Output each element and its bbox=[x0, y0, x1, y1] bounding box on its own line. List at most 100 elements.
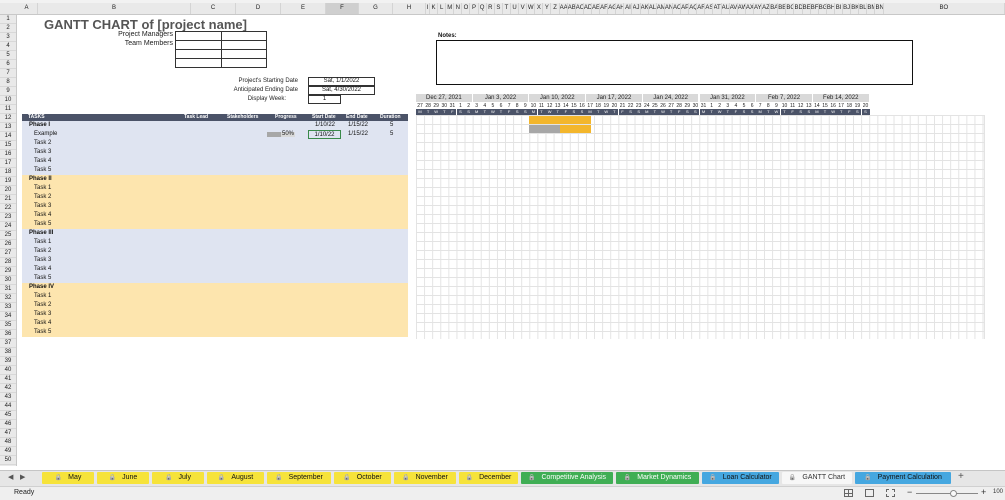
column-header-q[interactable]: Q bbox=[479, 3, 487, 14]
task-name[interactable]: Task 1 bbox=[34, 184, 51, 193]
row-number[interactable]: 15 bbox=[0, 141, 16, 150]
row-number[interactable]: 34 bbox=[0, 312, 16, 321]
column-header-bd[interactable]: BD bbox=[795, 3, 803, 14]
column-header-ao[interactable]: AO bbox=[673, 3, 682, 14]
row-number[interactable]: 41 bbox=[0, 375, 16, 384]
column-header-be[interactable]: BE bbox=[803, 3, 811, 14]
page-break-icon[interactable] bbox=[886, 489, 895, 497]
row-number[interactable]: 28 bbox=[0, 258, 16, 267]
row-number[interactable]: 2 bbox=[0, 24, 16, 33]
phase-start-date[interactable]: 1/10/22 bbox=[315, 121, 335, 130]
column-header-l[interactable]: L bbox=[438, 3, 447, 14]
task-name[interactable]: Task 4 bbox=[34, 211, 51, 220]
column-header-am[interactable]: AM bbox=[657, 3, 665, 14]
row-number[interactable]: 33 bbox=[0, 303, 16, 312]
zoom-slider-track[interactable] bbox=[916, 493, 978, 494]
task-name[interactable]: Task 5 bbox=[34, 328, 51, 337]
column-header-aa[interactable]: AA bbox=[560, 3, 568, 14]
column-header-al[interactable]: AL bbox=[649, 3, 657, 14]
task-name[interactable]: Task 3 bbox=[34, 148, 51, 157]
phase-end-date[interactable]: 1/15/22 bbox=[348, 121, 368, 130]
sheet-tab-gantt-chart[interactable]: 🔒 GANTT Chart bbox=[782, 472, 852, 484]
column-header-v[interactable]: V bbox=[519, 3, 528, 14]
sheet-tab-august[interactable]: 🔒 August bbox=[207, 472, 264, 484]
column-header-s[interactable]: S bbox=[495, 3, 503, 14]
task-end-date[interactable]: 1/15/22 bbox=[348, 130, 368, 139]
row-number[interactable]: 3 bbox=[0, 33, 16, 42]
column-header-an[interactable]: AN bbox=[665, 3, 673, 14]
row-number[interactable]: 6 bbox=[0, 60, 16, 69]
column-header-w[interactable]: W bbox=[527, 3, 536, 14]
row-number[interactable]: 18 bbox=[0, 168, 16, 177]
next-sheet-icon[interactable]: ▶ bbox=[20, 473, 25, 481]
column-header-ar[interactable]: AR bbox=[697, 3, 706, 14]
row-number[interactable]: 11 bbox=[0, 105, 16, 114]
column-header-d[interactable]: D bbox=[236, 3, 281, 14]
task-name[interactable]: Task 3 bbox=[34, 202, 51, 211]
column-header-c[interactable]: C bbox=[191, 3, 236, 14]
notes-box[interactable] bbox=[436, 40, 913, 85]
column-header-bc[interactable]: BC bbox=[786, 3, 795, 14]
gantt-bar-example[interactable] bbox=[529, 125, 591, 133]
row-number[interactable]: 10 bbox=[0, 96, 16, 105]
column-header-t[interactable]: T bbox=[503, 3, 511, 14]
row-number[interactable]: 4 bbox=[0, 42, 16, 51]
row-number[interactable]: 30 bbox=[0, 276, 16, 285]
sheet-tab-december[interactable]: 🔒 December bbox=[459, 472, 518, 484]
column-header-bh[interactable]: BH bbox=[827, 3, 835, 14]
row-number[interactable]: 38 bbox=[0, 348, 16, 357]
column-header-b[interactable]: B bbox=[38, 3, 191, 14]
row-number[interactable]: 45 bbox=[0, 411, 16, 420]
row-header-bar[interactable]: 1 2 3 4 5 6 7 8 9 10 11 12 13 14 15 16 17 18 19 20 21 22 23 24 2… bbox=[0, 15, 17, 466]
column-header-y[interactable]: Y bbox=[543, 3, 552, 14]
column-header-o[interactable]: O bbox=[462, 3, 471, 14]
column-header-ag[interactable]: AG bbox=[608, 3, 617, 14]
row-number[interactable]: 40 bbox=[0, 366, 16, 375]
column-header-ac[interactable]: AC bbox=[576, 3, 584, 14]
row-number[interactable]: 13 bbox=[0, 123, 16, 132]
task-name[interactable]: Task 3 bbox=[34, 310, 51, 319]
sheet-tab-october[interactable]: 🔒 October bbox=[334, 472, 391, 484]
sheet-tab-payment-calculation[interactable]: 🔒 Payment Calculation bbox=[855, 472, 951, 484]
column-header-a[interactable]: A bbox=[16, 3, 38, 14]
column-header-bm[interactable]: BM bbox=[867, 3, 876, 14]
task-name[interactable]: Example bbox=[34, 130, 57, 139]
row-number[interactable]: 7 bbox=[0, 69, 16, 78]
row-number[interactable]: 19 bbox=[0, 177, 16, 186]
task-name[interactable]: Task 5 bbox=[34, 274, 51, 283]
task-name[interactable]: Task 2 bbox=[34, 301, 51, 310]
task-name[interactable]: Task 2 bbox=[34, 193, 51, 202]
task-name[interactable]: Task 1 bbox=[34, 238, 51, 247]
column-header-u[interactable]: U bbox=[511, 3, 520, 14]
row-number[interactable]: 17 bbox=[0, 159, 16, 168]
column-header-az[interactable]: AZ bbox=[762, 3, 771, 14]
row-number[interactable]: 23 bbox=[0, 213, 16, 222]
sheet-tab-market-dynamics[interactable]: 🔒 Market Dynamics bbox=[616, 472, 699, 484]
column-header-bg[interactable]: BG bbox=[819, 3, 827, 14]
row-number[interactable]: 39 bbox=[0, 357, 16, 366]
task-name[interactable]: Task 4 bbox=[34, 265, 51, 274]
page-layout-icon[interactable] bbox=[865, 489, 874, 497]
row-number[interactable]: 22 bbox=[0, 204, 16, 213]
row-number[interactable]: 21 bbox=[0, 195, 16, 204]
column-header-at[interactable]: AT bbox=[714, 3, 722, 14]
column-header-k[interactable]: K bbox=[430, 3, 439, 14]
sheet-tab-july[interactable]: 🔒 July bbox=[152, 472, 204, 484]
sheet-tab-may[interactable]: 🔒 May bbox=[42, 472, 94, 484]
column-header-e[interactable]: E bbox=[281, 3, 326, 14]
row-number[interactable]: 27 bbox=[0, 249, 16, 258]
column-header-bn[interactable]: BN bbox=[876, 3, 884, 14]
row-number[interactable]: 24 bbox=[0, 222, 16, 231]
column-header-p[interactable]: P bbox=[471, 3, 479, 14]
display-week-field[interactable]: 1 bbox=[308, 95, 341, 104]
row-number[interactable]: 31 bbox=[0, 285, 16, 294]
normal-view-icon[interactable] bbox=[844, 489, 853, 497]
sheet-tab-november[interactable]: 🔒 November bbox=[394, 472, 456, 484]
zoom-in-button[interactable]: + bbox=[981, 487, 986, 497]
column-header-bi[interactable]: BI bbox=[835, 3, 844, 14]
row-number[interactable]: 5 bbox=[0, 51, 16, 60]
sheet-tab-loan-calculator[interactable]: 🔒 Loan Calculator bbox=[702, 472, 779, 484]
row-number[interactable]: 29 bbox=[0, 267, 16, 276]
row-number[interactable]: 47 bbox=[0, 429, 16, 438]
column-header-aq[interactable]: AQ bbox=[689, 3, 698, 14]
